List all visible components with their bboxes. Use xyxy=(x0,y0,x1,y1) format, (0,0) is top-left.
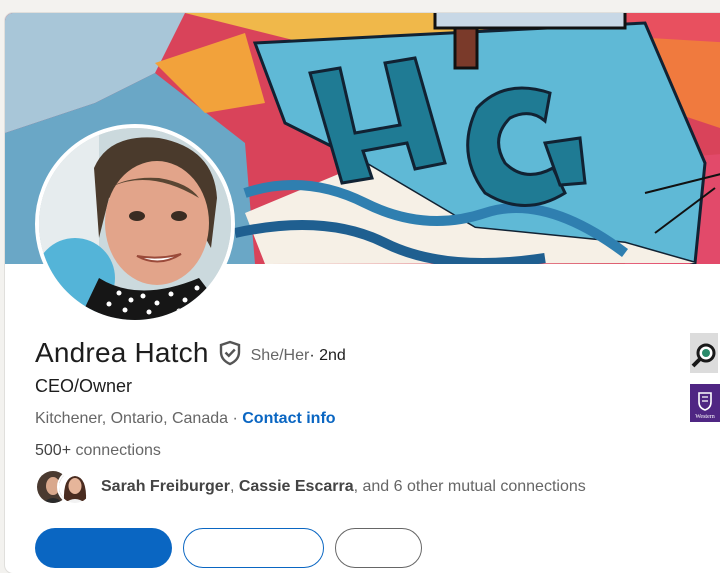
mutual-connections-text: Sarah Freiburger, Cassie Escarra, and 6 … xyxy=(101,478,586,496)
more-button[interactable] xyxy=(335,528,422,568)
location-row: Kitchener, Ontario, Canada · Contact inf… xyxy=(35,410,336,428)
mutual-avatars xyxy=(35,469,97,505)
profile-card: Andrea Hatch She/Her · 2nd CEO/Owner Kit… xyxy=(5,13,720,573)
verified-shield-icon[interactable] xyxy=(218,340,242,366)
connection-degree: · 2nd xyxy=(309,347,346,364)
profile-headline: CEO/Owner xyxy=(35,376,133,396)
mutual-connections[interactable]: Sarah Freiburger, Cassie Escarra, and 6 … xyxy=(35,469,586,505)
profile-name: Andrea Hatch xyxy=(35,337,209,368)
secondary-action-button[interactable] xyxy=(183,528,324,568)
mutual-person-1: Sarah Freiburger xyxy=(101,478,230,495)
school-logo-text: Western xyxy=(695,414,715,420)
profile-photo[interactable] xyxy=(35,124,235,324)
mutual-person-2: Cassie Escarra xyxy=(238,478,354,495)
location-separator: · xyxy=(228,410,243,427)
mutual-separator: , xyxy=(229,478,239,495)
company-logo[interactable] xyxy=(690,333,718,373)
connections-link[interactable]: 500+ connections xyxy=(35,442,161,460)
mutual-rest: , and 6 other mutual connections xyxy=(353,478,586,495)
connections-label: connections xyxy=(71,442,161,459)
primary-action-button[interactable] xyxy=(35,528,172,568)
connections-count: 500+ xyxy=(35,442,72,459)
name-row: Andrea Hatch She/Her · 2nd xyxy=(35,337,346,369)
profile-location: Kitchener, Ontario, Canada xyxy=(35,410,229,427)
contact-info-link[interactable]: Contact info xyxy=(242,410,335,427)
school-logo[interactable]: Western xyxy=(690,384,720,422)
profile-pronouns: She/Her xyxy=(250,347,310,364)
profile-photo-image xyxy=(39,128,231,320)
mutual-avatar xyxy=(57,469,93,505)
